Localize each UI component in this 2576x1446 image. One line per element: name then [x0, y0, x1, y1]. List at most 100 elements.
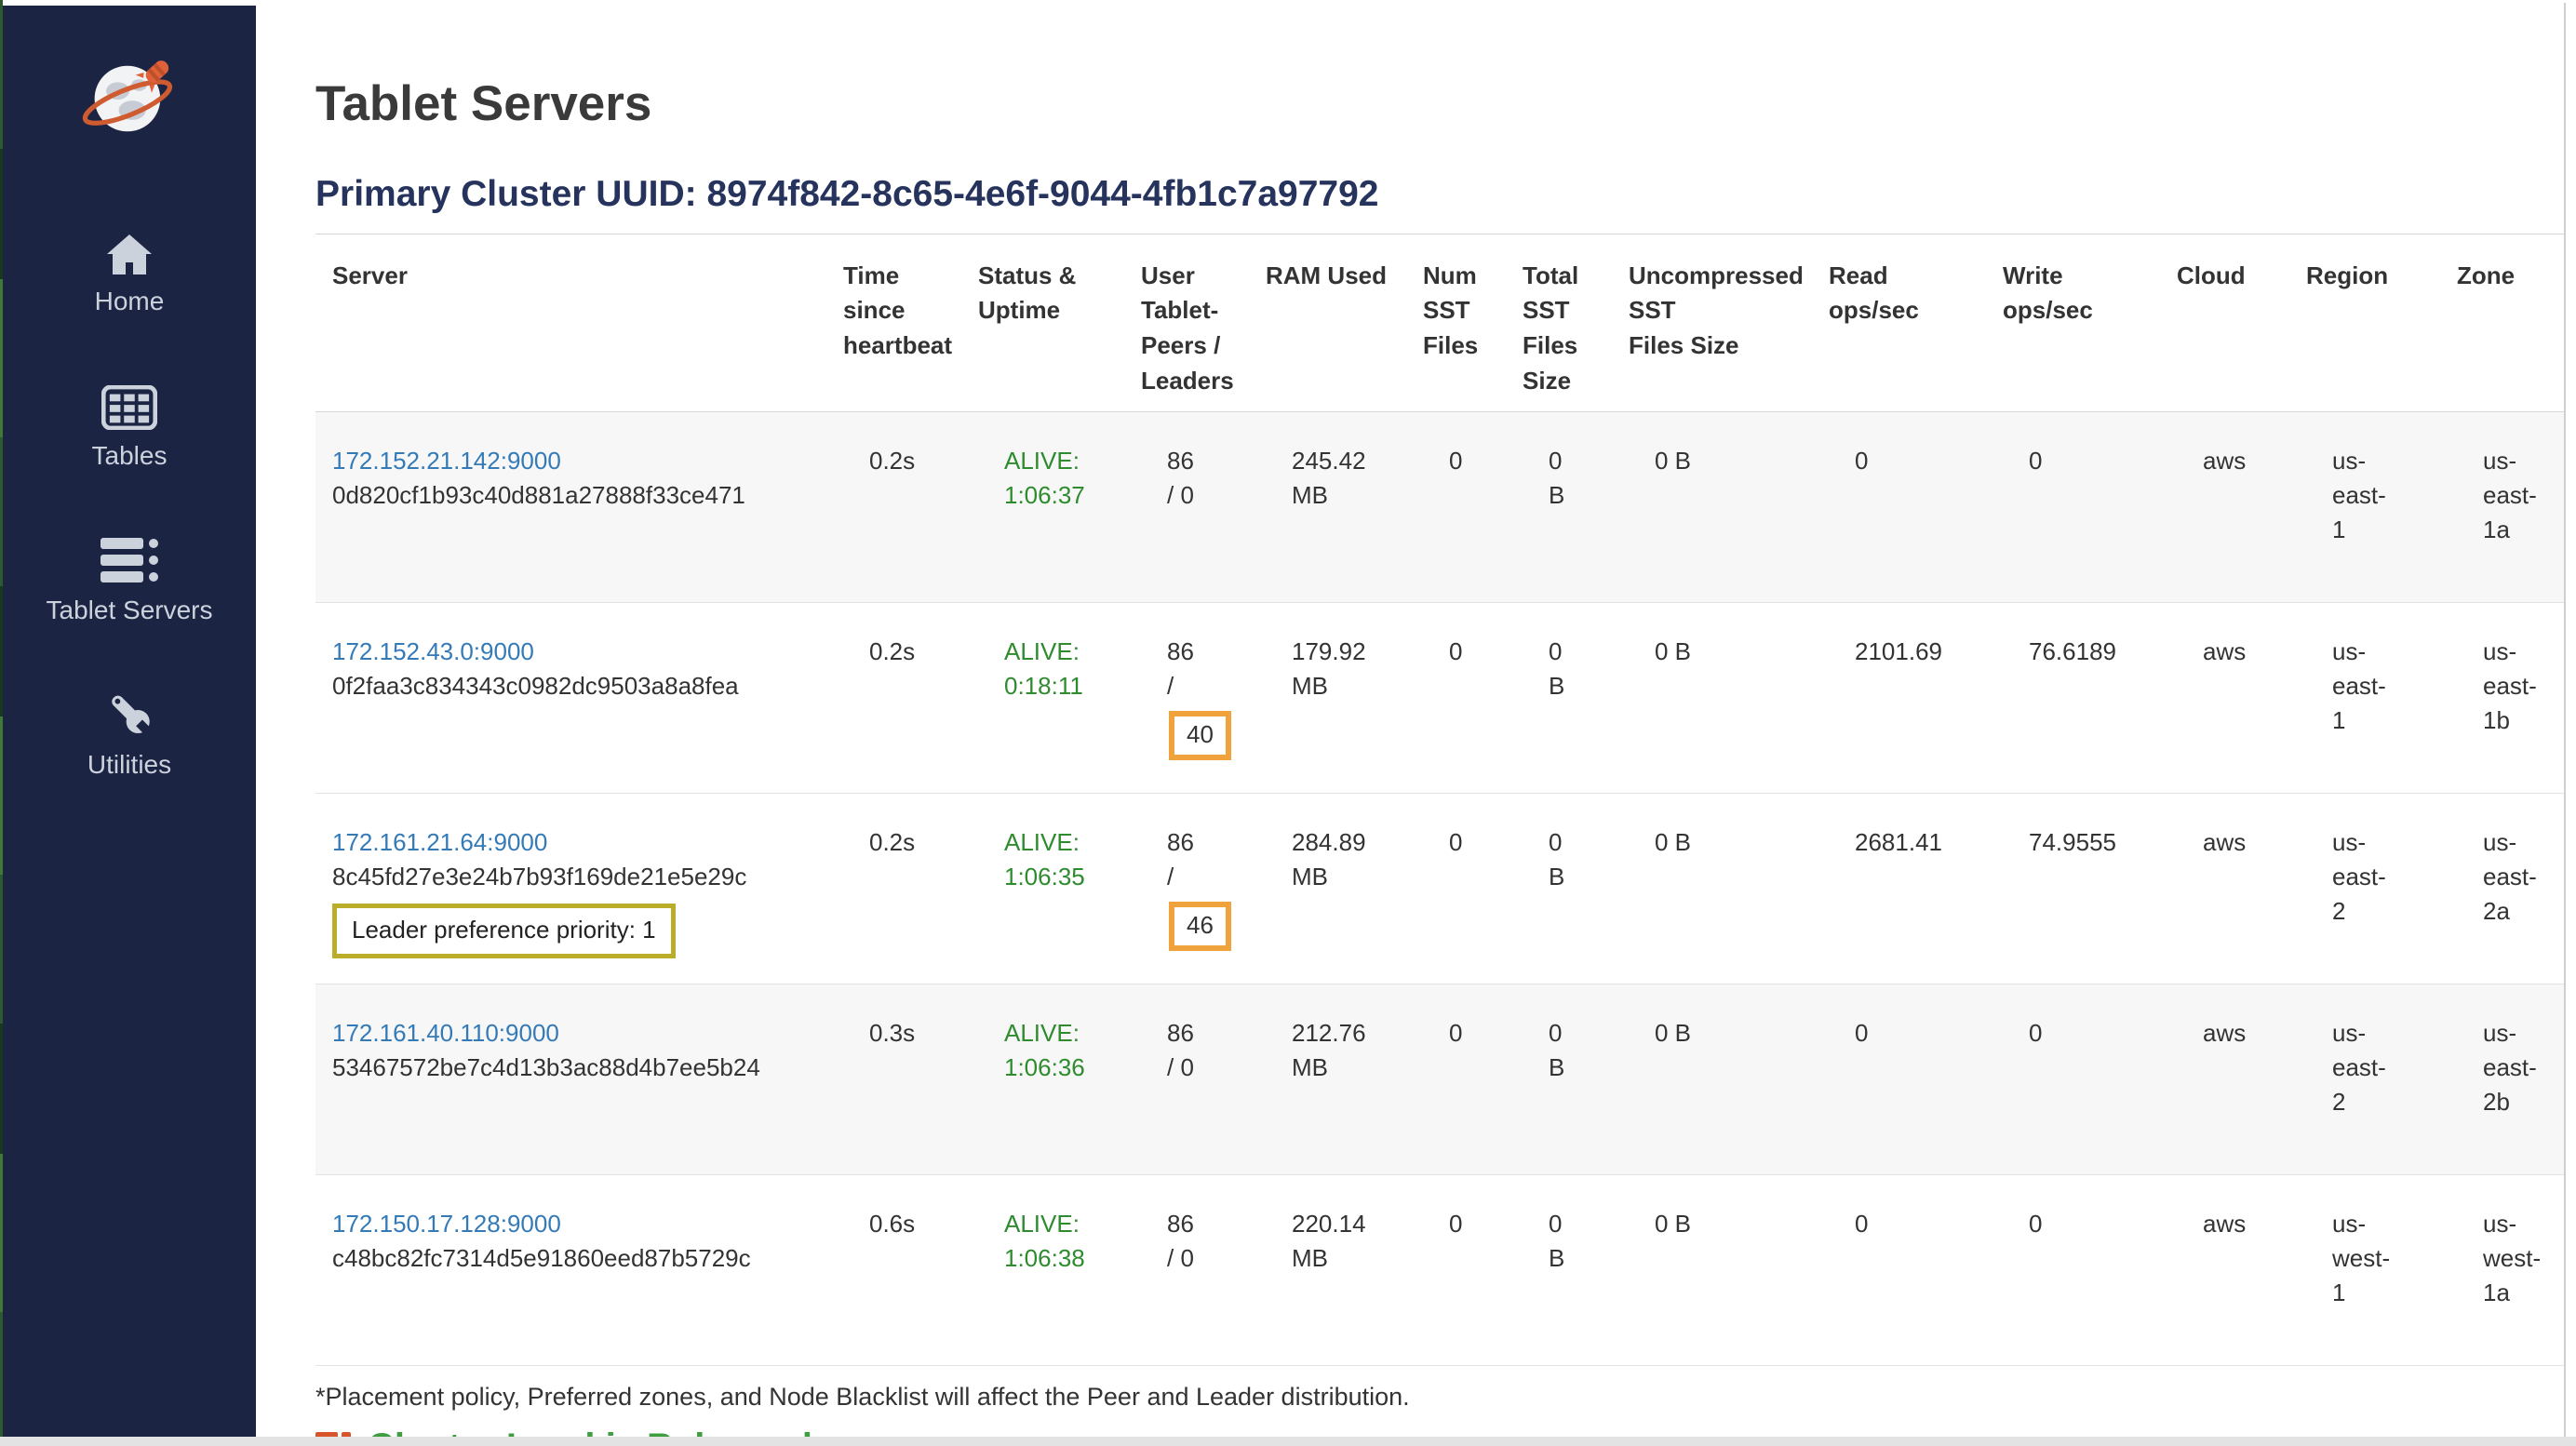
uncompressed-sst-cell: 0 B	[1629, 1174, 1829, 1365]
region-cell: us-east-1	[2306, 411, 2457, 602]
col-header-peers-leaders: User Tablet- Peers / Leaders	[1141, 234, 1266, 411]
total-sst-cell: 0 B	[1523, 1174, 1629, 1365]
uptime-value: 1:06:38	[1004, 1241, 1141, 1276]
planet-rocket-logo[interactable]	[79, 48, 180, 149]
server-cell: 172.152.21.142:9000 0d820cf1b93c40d881a2…	[315, 411, 843, 602]
zone-cell: us-east-2a	[2457, 793, 2564, 984]
peers-leaders-cell: 86 / 40	[1141, 602, 1266, 793]
peers-count: 86	[1167, 1207, 1266, 1241]
tablet-servers-table: Server Time since heartbeat Status & Upt…	[315, 234, 2564, 1366]
cluster-load-icon	[315, 1426, 351, 1437]
write-ops-cell: 76.6189	[2003, 602, 2177, 793]
peers-count: 86	[1167, 825, 1266, 860]
read-ops-cell: 0	[1829, 411, 2003, 602]
peers-count: 86	[1167, 444, 1266, 478]
total-sst-cell: 0 B	[1523, 793, 1629, 984]
server-link[interactable]: 172.152.21.142:9000	[332, 447, 561, 475]
server-link[interactable]: 172.150.17.128:9000	[332, 1210, 561, 1238]
peers-count: 86	[1167, 1016, 1266, 1051]
status-cell: ALIVE: 1:06:35	[978, 793, 1141, 984]
zone-cell: us-east-1b	[2457, 602, 2564, 793]
ram-cell: 179.92 MB	[1266, 602, 1423, 793]
col-header-uncompressed-sst: Uncompressed SST Files Size	[1629, 234, 1829, 411]
col-header-zone: Zone	[2457, 234, 2564, 411]
peers-leaders-cell: 86 / 0	[1141, 984, 1266, 1174]
heartbeat-cell: 0.3s	[843, 984, 978, 1174]
num-sst-cell: 0	[1423, 602, 1523, 793]
sidebar-item-label: Tablet Servers	[47, 596, 213, 625]
num-sst-cell: 0	[1423, 1174, 1523, 1365]
heartbeat-cell: 0.2s	[843, 411, 978, 602]
status-value: ALIVE:	[1004, 444, 1141, 478]
region-value: us-east-1	[2332, 635, 2390, 738]
region-value: us-east-1	[2332, 444, 2390, 547]
heartbeat-cell: 0.6s	[843, 1174, 978, 1365]
status-value: ALIVE:	[1004, 1016, 1141, 1051]
peers-leaders-separator: /	[1167, 669, 1266, 703]
uncompressed-sst-cell: 0 B	[1629, 793, 1829, 984]
cloud-cell: aws	[2177, 411, 2306, 602]
cluster-uuid-heading: Primary Cluster UUID: 8974f842-8c65-4e6f…	[315, 174, 2564, 216]
server-link[interactable]: 172.161.21.64:9000	[332, 828, 547, 856]
uncompressed-sst-cell: 0 B	[1629, 602, 1829, 793]
zone-value: us-east-2a	[2483, 825, 2541, 929]
sidebar-item-utilities[interactable]: Utilities	[3, 690, 256, 780]
cloud-cell: aws	[2177, 984, 2306, 1174]
region-cell: us-east-2	[2306, 984, 2457, 1174]
leader-count-box: 46	[1169, 902, 1231, 951]
total-sst-value: 0 B	[1549, 444, 1573, 513]
ram-cell: 284.89 MB	[1266, 793, 1423, 984]
total-sst-value: 0 B	[1549, 1207, 1573, 1276]
num-sst-cell: 0	[1423, 411, 1523, 602]
sidebar-item-label: Utilities	[87, 750, 171, 780]
uncompressed-sst-cell: 0 B	[1629, 984, 1829, 1174]
zone-value: us-east-1a	[2483, 444, 2541, 547]
server-uuid: c48bc82fc7314d5e91860eed87b5729c	[332, 1241, 843, 1276]
ram-cell: 220.14 MB	[1266, 1174, 1423, 1365]
region-value: us-west-1	[2332, 1207, 2390, 1310]
sidebar-item-tables[interactable]: Tables	[3, 382, 256, 471]
tables-grid-icon	[101, 382, 157, 430]
sidebar-item-tablet-servers[interactable]: Tablet Servers	[3, 536, 256, 625]
table-row: 172.161.40.110:9000 53467572be7c4d13b3ac…	[315, 984, 2564, 1174]
tserver-table-body: 172.152.21.142:9000 0d820cf1b93c40d881a2…	[315, 411, 2564, 1365]
uptime-value: 1:06:35	[1004, 860, 1141, 894]
ram-value: 284.89 MB	[1292, 825, 1380, 894]
cluster-load-label: Cluster Load is Balanced	[368, 1426, 812, 1437]
table-row: 172.161.21.64:9000 8c45fd27e3e24b7b93f16…	[315, 793, 2564, 984]
write-ops-cell: 0	[2003, 411, 2177, 602]
table-row: 172.152.21.142:9000 0d820cf1b93c40d881a2…	[315, 411, 2564, 602]
zone-cell: us-west-1a	[2457, 1174, 2564, 1365]
col-header-server: Server	[315, 234, 843, 411]
col-header-write-ops: Write ops/sec	[2003, 234, 2177, 411]
num-sst-cell: 0	[1423, 793, 1523, 984]
uncompressed-sst-cell: 0 B	[1629, 411, 1829, 602]
total-sst-value: 0 B	[1549, 825, 1573, 894]
server-cell: 172.152.43.0:9000 0f2faa3c834343c0982dc9…	[315, 602, 843, 793]
sidebar: Home Tables	[3, 6, 256, 1437]
peers-leaders-cell: 86 / 0	[1141, 1174, 1266, 1365]
server-link[interactable]: 172.161.40.110:9000	[332, 1019, 559, 1047]
write-ops-cell: 0	[2003, 1174, 2177, 1365]
sidebar-nav: Home Tables	[3, 227, 256, 845]
col-header-total-sst: Total SST Files Size	[1523, 234, 1629, 411]
read-ops-cell: 0	[1829, 984, 2003, 1174]
page-title: Tablet Servers	[315, 76, 2564, 133]
cluster-load-banner: Cluster Load is Balanced	[315, 1426, 2564, 1437]
zone-value: us-east-1b	[2483, 635, 2541, 738]
status-value: ALIVE:	[1004, 635, 1141, 669]
region-value: us-east-2	[2332, 825, 2390, 929]
server-cell: 172.161.40.110:9000 53467572be7c4d13b3ac…	[315, 984, 843, 1174]
status-cell: ALIVE: 1:06:37	[978, 411, 1141, 602]
peers-leaders-cell: 86 / 46	[1141, 793, 1266, 984]
cloud-cell: aws	[2177, 793, 2306, 984]
sidebar-item-home[interactable]: Home	[3, 227, 256, 316]
window-bottom-edge	[0, 1437, 2576, 1446]
peers-count: 86	[1167, 635, 1266, 669]
server-uuid: 0f2faa3c834343c0982dc9503a8a8fea	[332, 669, 843, 703]
region-cell: us-west-1	[2306, 1174, 2457, 1365]
server-link[interactable]: 172.152.43.0:9000	[332, 637, 534, 665]
write-ops-cell: 0	[2003, 984, 2177, 1174]
server-cell: 172.150.17.128:9000 c48bc82fc7314d5e9186…	[315, 1174, 843, 1365]
leader-count-box: 40	[1169, 711, 1231, 760]
